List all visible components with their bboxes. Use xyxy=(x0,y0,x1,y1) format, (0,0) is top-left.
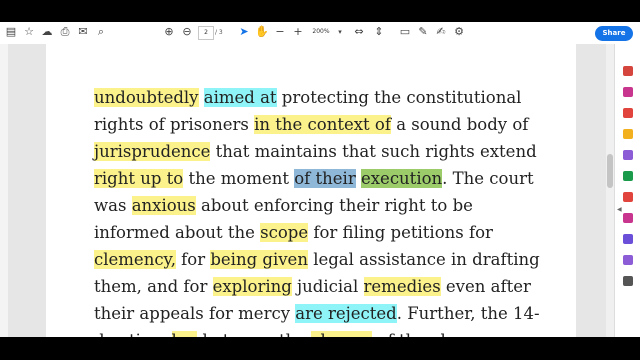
page-down-icon[interactable]: ⊖ xyxy=(180,25,194,39)
text-run: informed about the xyxy=(94,223,261,242)
text-run: even after xyxy=(440,277,531,296)
highlight-annotation[interactable]: remedies xyxy=(363,277,441,296)
combine-icon[interactable] xyxy=(623,150,633,160)
compress-icon[interactable] xyxy=(623,192,633,202)
text-line: rights of prisoners in the context of a … xyxy=(94,111,564,138)
text-run: legal assistance in drafting xyxy=(307,250,540,269)
zoom-level[interactable]: 200% xyxy=(309,26,333,38)
file-icon[interactable]: ▤ xyxy=(4,25,18,39)
highlight-annotation[interactable]: aimed at xyxy=(203,88,277,107)
organize-icon[interactable] xyxy=(623,171,633,181)
text-run xyxy=(199,88,204,107)
print-icon[interactable]: ⎙ xyxy=(58,25,72,39)
create-pdf-icon[interactable] xyxy=(623,108,633,118)
pdf-page: undoubtedly aimed at protecting the cons… xyxy=(46,44,576,337)
text-run: for filing petitions for xyxy=(308,223,493,242)
text-run: judicial xyxy=(291,277,364,296)
highlight-annotation[interactable]: in the context of xyxy=(254,115,391,134)
highlight-annotation[interactable]: scope xyxy=(260,223,309,242)
text-line: right up to the moment of their executio… xyxy=(94,165,564,192)
highlight-annotation[interactable]: closure xyxy=(311,331,373,337)
pen-icon[interactable]: ✎ xyxy=(416,25,430,39)
page-text: undoubtedly aimed at protecting the cons… xyxy=(94,84,564,337)
text-run: . The court xyxy=(442,169,534,188)
vertical-scrollbar[interactable] xyxy=(606,44,614,337)
text-run: of the clemency xyxy=(372,331,510,337)
text-run: them, and for xyxy=(94,277,213,296)
highlight-annotation[interactable]: being given xyxy=(210,250,308,269)
upload-icon[interactable]: ☁ xyxy=(40,25,54,39)
fit-icon[interactable]: ⇔ xyxy=(352,25,366,39)
text-run: the moment xyxy=(183,169,295,188)
search-icon[interactable]: ⌕ xyxy=(94,25,108,39)
sign-icon[interactable]: ✍ xyxy=(434,25,448,39)
page-total: / 3 xyxy=(215,29,223,36)
toolbar: ▤ ☆ ☁ ⎙ ✉ ⌕ ⊕ ⊖ 2 / 3 ➤ ✋ − + 200% ▾ ⇔ ⇕… xyxy=(0,22,640,45)
zoom-out-icon[interactable]: − xyxy=(273,25,287,39)
fill-sign-icon[interactable] xyxy=(623,255,633,265)
share-button[interactable]: Share xyxy=(595,26,633,41)
tools-rail: ◀ xyxy=(614,44,640,337)
select-icon[interactable]: ➤ xyxy=(237,25,251,39)
text-line: was anxious about enforcing their right … xyxy=(94,192,564,219)
scroll-thumb[interactable] xyxy=(607,154,613,188)
chevron-down-icon[interactable]: ▾ xyxy=(333,25,347,39)
star-icon[interactable]: ☆ xyxy=(22,25,36,39)
text-run: between the xyxy=(197,331,311,337)
highlight-annotation[interactable]: anxious xyxy=(131,196,196,215)
protect-icon[interactable] xyxy=(623,234,633,244)
highlight-annotation[interactable]: exploring xyxy=(212,277,292,296)
redact-icon[interactable] xyxy=(623,213,633,223)
text-run: day time xyxy=(94,331,172,337)
text-run: rights of prisoners xyxy=(94,115,255,134)
more-tools-icon[interactable]: ⚙ xyxy=(452,25,466,39)
document-area: undoubtedly aimed at protecting the cons… xyxy=(8,44,606,337)
highlight-annotation[interactable]: jurisprudence xyxy=(94,142,211,161)
text-line: clemency, for being given legal assistan… xyxy=(94,246,564,273)
zoom-in-icon[interactable]: + xyxy=(291,25,305,39)
page-up-icon[interactable]: ⊕ xyxy=(162,25,176,39)
text-run: for xyxy=(175,250,211,269)
text-line: them, and for exploring judicial remedie… xyxy=(94,273,564,300)
text-run: that maintains that such rights extend xyxy=(210,142,537,161)
comment-icon[interactable] xyxy=(623,129,633,139)
highlight-annotation[interactable]: undoubtedly xyxy=(94,88,199,107)
more-tools-icon[interactable] xyxy=(623,276,633,286)
highlight-annotation[interactable]: right up to xyxy=(94,169,184,188)
export-pdf-icon[interactable] xyxy=(623,66,633,76)
highlight-annotation[interactable]: are rejected xyxy=(295,304,397,323)
text-line: undoubtedly aimed at protecting the cons… xyxy=(94,84,564,111)
text-run: their appeals for mercy xyxy=(94,304,296,323)
comment-icon[interactable]: ▭ xyxy=(398,25,412,39)
text-run: . Further, the 14- xyxy=(396,304,540,323)
text-line: jurisprudence that maintains that such r… xyxy=(94,138,564,165)
highlight-annotation[interactable]: execution xyxy=(360,169,443,188)
highlight-annotation[interactable]: of their xyxy=(294,169,356,188)
hand-icon[interactable]: ✋ xyxy=(255,25,269,39)
highlight-annotation[interactable]: clemency, xyxy=(94,250,176,269)
text-line: their appeals for mercy are rejected. Fu… xyxy=(94,300,564,327)
text-line: day time lag between the closure of the … xyxy=(94,327,564,337)
pdf-viewer-window: ▤ ☆ ☁ ⎙ ✉ ⌕ ⊕ ⊖ 2 / 3 ➤ ✋ − + 200% ▾ ⇔ ⇕… xyxy=(0,22,640,337)
text-run: a sound body of xyxy=(390,115,529,134)
email-icon[interactable]: ✉ xyxy=(76,25,90,39)
page-number-input[interactable]: 2 xyxy=(198,26,214,40)
highlight-annotation[interactable]: lag xyxy=(171,331,198,337)
text-line: informed about the scope for filing peti… xyxy=(94,219,564,246)
collapse-arrow-icon[interactable]: ◀ xyxy=(617,206,622,213)
text-run: about enforcing their right to be xyxy=(195,196,473,215)
text-run: protecting the constitutional xyxy=(276,88,522,107)
edit-pdf-icon[interactable] xyxy=(623,87,633,97)
scroll-icon[interactable]: ⇕ xyxy=(372,25,386,39)
text-run: was xyxy=(94,196,132,215)
